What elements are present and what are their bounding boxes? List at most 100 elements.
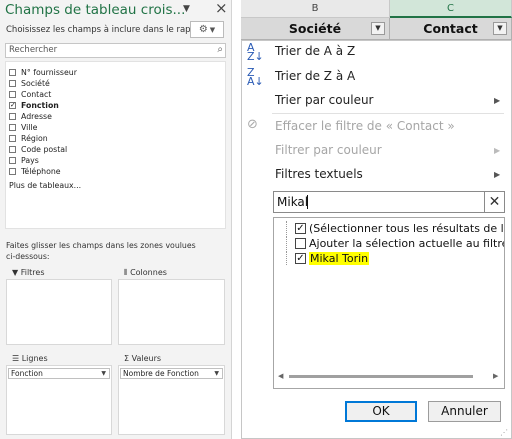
submenu-arrow-icon: ▶ xyxy=(494,96,501,105)
checkbox-checked[interactable]: ✓ xyxy=(9,102,16,109)
zone-filters: ▼ Filtres xyxy=(6,266,112,346)
checkbox-checked[interactable]: ✓ xyxy=(295,252,306,264)
checkbox[interactable] xyxy=(9,113,16,120)
ok-button[interactable]: OK xyxy=(345,401,417,422)
field-item[interactable]: Contact xyxy=(9,89,51,100)
list-item-label: (Sélectionner tous les résultats de la r xyxy=(309,221,505,235)
field-list: N° fournisseur Société Contact ✓ Fonction… xyxy=(5,61,226,229)
chevron-down-icon[interactable]: ▼ xyxy=(214,369,219,378)
menu-sort-az[interactable]: Trier de A à Z xyxy=(275,44,355,58)
filter-icon: ▼ xyxy=(12,268,19,277)
pill-label: Fonction xyxy=(11,369,43,378)
checkbox[interactable] xyxy=(9,80,16,87)
zone-label: Filtres xyxy=(20,268,45,277)
filter-dropdown-button[interactable]: ▼ xyxy=(493,22,507,35)
menu-sort-by-color[interactable]: Trier par couleur xyxy=(275,93,373,107)
values-field-pill[interactable]: Nombre de Fonction ▼ xyxy=(120,368,223,379)
checkbox-checked[interactable]: ✓ xyxy=(295,222,306,234)
checkbox[interactable] xyxy=(295,237,306,249)
field-label: Fonction xyxy=(21,101,59,110)
field-label: Société xyxy=(21,79,50,88)
zone-columns-header: ⦀ Colonnes xyxy=(124,268,167,278)
field-item[interactable]: Région xyxy=(9,133,48,144)
zone-columns: ⦀ Colonnes xyxy=(118,266,225,346)
rows-field-pill[interactable]: Fonction ▼ xyxy=(8,368,110,379)
column-header-b[interactable]: B xyxy=(241,0,390,18)
header-cell-contact[interactable]: Contact ▼ xyxy=(390,18,512,40)
field-label: Contact xyxy=(21,90,52,99)
text-caret xyxy=(307,195,308,209)
checkbox[interactable] xyxy=(9,157,16,164)
scroll-left-icon[interactable]: ◀ xyxy=(278,372,283,380)
zone-rows-header: ☰ Lignes xyxy=(12,354,48,363)
pane-options-chevron-icon[interactable]: ▼ xyxy=(183,4,190,14)
field-item[interactable]: Pays xyxy=(9,155,39,166)
close-icon[interactable]: × xyxy=(215,1,228,16)
pane-subtitle: Choisissez les champs à inclure dans le … xyxy=(6,25,214,35)
list-item[interactable]: Ajouter la sélection actuelle au filtre xyxy=(286,236,505,250)
header-cell-societe[interactable]: Société ▼ xyxy=(241,18,390,40)
menu-clear-filter: Effacer le filtre de « Contact » xyxy=(275,119,455,133)
sigma-icon: Σ xyxy=(124,354,130,363)
field-item[interactable]: Société xyxy=(9,78,50,89)
horizontal-scrollbar[interactable] xyxy=(289,375,473,378)
list-item-label: Ajouter la sélection actuelle au filtre xyxy=(309,236,505,250)
columns-icon: ⦀ xyxy=(124,268,128,277)
zone-values-dropbox[interactable]: Nombre de Fonction ▼ xyxy=(118,365,225,435)
cancel-button[interactable]: Annuler xyxy=(428,401,501,422)
resize-grip-icon[interactable]: ⋰ xyxy=(500,428,508,437)
cell-text: Contact xyxy=(423,21,478,36)
gear-icon[interactable]: ⚙ ▼ xyxy=(190,21,224,38)
chevron-down-icon[interactable]: ▼ xyxy=(101,369,106,378)
field-search-input[interactable]: Rechercher ⌕ xyxy=(5,43,226,58)
zone-filters-dropbox[interactable] xyxy=(6,279,112,345)
list-item-label: Mikal Torin xyxy=(309,251,370,265)
menu-filter-by-color: Filtrer par couleur xyxy=(275,143,382,157)
pane-title: Champs de tableau crois... xyxy=(5,2,186,18)
list-item[interactable]: ✓ Mikal Torin xyxy=(286,251,370,265)
filter-dropdown-button[interactable]: ▼ xyxy=(371,22,385,35)
zone-label: Lignes xyxy=(21,354,48,363)
menu-sort-za[interactable]: Trier de Z à A xyxy=(275,69,355,83)
field-item[interactable]: ✓ Fonction xyxy=(9,100,59,111)
filter-search-input[interactable]: Mikal ✕ xyxy=(273,191,505,213)
rows-icon: ☰ xyxy=(12,354,20,363)
search-icon: ⌕ xyxy=(217,44,223,55)
pivot-field-pane: Champs de tableau crois... ▼ × Choisisse… xyxy=(0,0,232,439)
checkbox[interactable] xyxy=(9,135,16,142)
zone-values: Σ Valeurs Nombre de Fonction ▼ xyxy=(118,352,225,436)
field-item[interactable]: Code postal xyxy=(9,144,67,155)
menu-separator xyxy=(272,113,504,114)
checkbox[interactable] xyxy=(9,91,16,98)
scroll-right-icon[interactable]: ▶ xyxy=(493,372,498,380)
field-item[interactable]: Téléphone xyxy=(9,166,61,177)
field-item[interactable]: Ville xyxy=(9,122,37,133)
search-placeholder: Rechercher xyxy=(9,45,58,55)
checkbox[interactable] xyxy=(9,69,16,76)
zone-columns-dropbox[interactable] xyxy=(118,279,225,345)
filter-value-list: ✓ (Sélectionner tous les résultats de la… xyxy=(273,217,505,389)
field-label: Pays xyxy=(21,156,39,165)
clear-search-icon[interactable]: ✕ xyxy=(484,192,504,212)
cell-text: Société xyxy=(288,21,342,36)
menu-text-filters[interactable]: Filtres textuels xyxy=(275,167,363,181)
field-item[interactable]: N° fournisseur xyxy=(9,67,77,78)
column-header-c[interactable]: C xyxy=(390,0,512,18)
field-label: Ville xyxy=(21,123,38,132)
search-value: Mikal xyxy=(277,195,309,209)
checkbox[interactable] xyxy=(9,146,16,153)
checkbox[interactable] xyxy=(9,124,16,131)
drag-hint: Faites glisser les champs dans les zones… xyxy=(6,241,196,261)
tree-line xyxy=(286,251,292,265)
zone-rows-dropbox[interactable]: Fonction ▼ xyxy=(6,365,112,435)
field-item[interactable]: Adresse xyxy=(9,111,52,122)
list-item[interactable]: ✓ (Sélectionner tous les résultats de la… xyxy=(286,221,505,235)
checkbox[interactable] xyxy=(9,168,16,175)
submenu-arrow-icon: ▶ xyxy=(494,170,501,179)
pill-label: Nombre de Fonction xyxy=(123,369,199,378)
tree-line xyxy=(286,236,292,250)
more-tables-link[interactable]: Plus de tableaux... xyxy=(9,181,81,190)
field-label: Téléphone xyxy=(21,167,61,176)
sort-az-icon: A Z↓ xyxy=(247,41,264,63)
field-label: Région xyxy=(21,134,48,143)
